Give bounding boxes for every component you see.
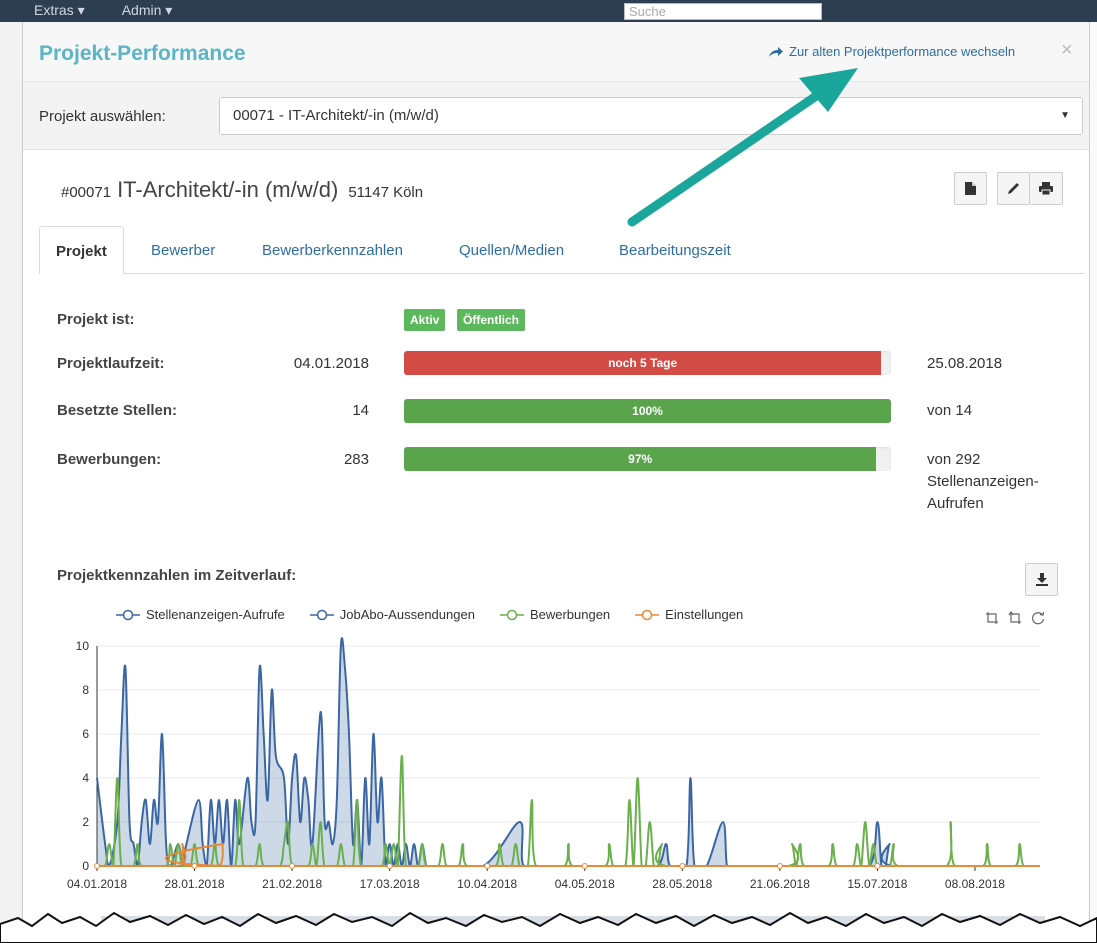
annotation-arrow [627, 68, 858, 227]
